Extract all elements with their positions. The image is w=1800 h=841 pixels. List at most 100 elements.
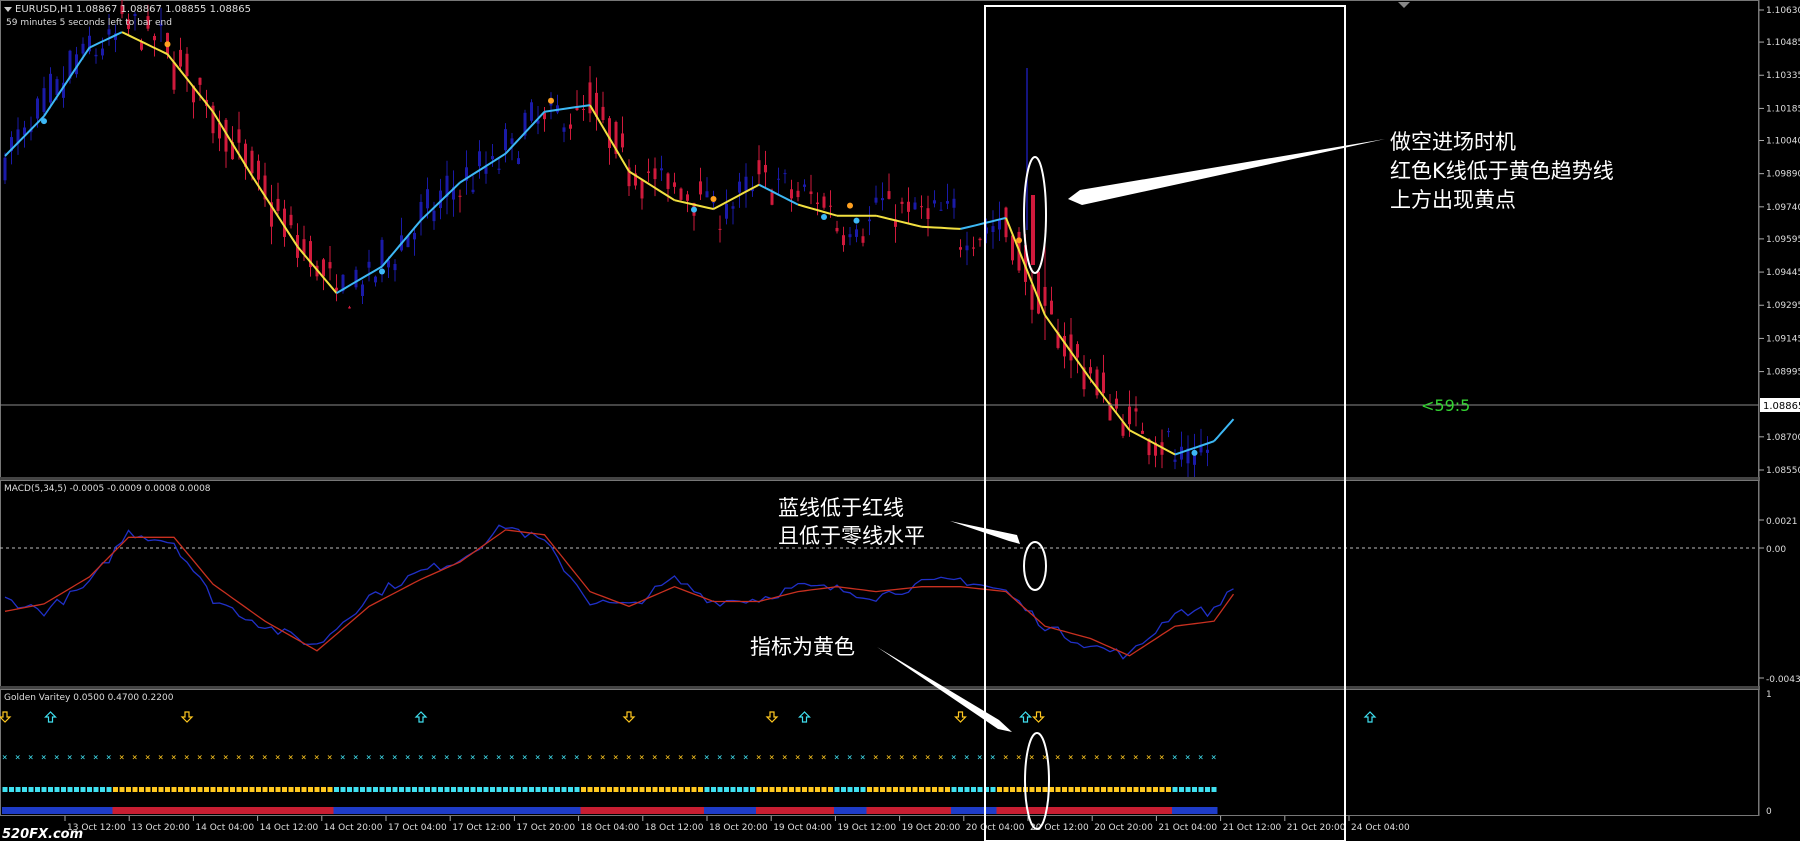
gv-bar <box>1198 807 1205 814</box>
gv-square <box>691 787 697 792</box>
gv-square <box>932 787 937 792</box>
gv-bar <box>359 807 366 814</box>
gv-bar <box>275 807 282 814</box>
signal-dot <box>1191 449 1198 456</box>
candle-body <box>660 168 663 171</box>
gv-bar <box>177 807 184 814</box>
candle-body <box>790 189 793 199</box>
gv-bar <box>554 807 561 814</box>
candle-body <box>881 198 884 201</box>
gv-bar <box>372 807 379 814</box>
candle-body <box>601 106 605 121</box>
macd-axis-top: 0.0021 <box>1766 517 1798 527</box>
time-axis-label: 20 Oct 04:00 <box>966 823 1025 833</box>
candle-body <box>959 247 962 250</box>
gv-cross: × <box>210 753 215 763</box>
gv-bar <box>171 807 178 814</box>
candle-body <box>458 195 462 197</box>
gv-bar <box>1068 807 1075 814</box>
gv-square <box>1016 787 1022 792</box>
candle-body <box>81 43 85 54</box>
gv-square <box>750 787 755 792</box>
gv-bar <box>145 807 152 814</box>
price-axis-label: 1.08550 <box>1766 466 1800 476</box>
time-axis-label: 19 Oct 04:00 <box>773 823 832 833</box>
candle-body <box>874 197 878 203</box>
gv-square <box>191 787 196 792</box>
gv-square <box>880 787 885 792</box>
gv-square <box>568 787 573 792</box>
gv-square <box>340 787 346 792</box>
gv-square <box>249 787 255 792</box>
candle-body <box>36 98 39 119</box>
gv-cross: × <box>496 753 501 763</box>
gv-bar <box>535 807 542 814</box>
gv-square <box>704 787 710 792</box>
gv-bar <box>678 807 685 814</box>
mt4-chart[interactable]: × × × × × × × × × × × × × × × × × × × × × × × × × × × × × × × × × × × × × × × ×… <box>0 0 1800 841</box>
gv-cross: × <box>626 753 631 763</box>
gv-bar <box>1107 807 1114 814</box>
gv-square <box>600 787 606 792</box>
gv-square <box>945 787 950 792</box>
gv-bar <box>164 807 171 814</box>
gv-square <box>113 787 118 792</box>
gv-bar <box>496 807 503 814</box>
gv-square <box>1120 787 1126 792</box>
candle-body <box>42 88 46 112</box>
candle-body <box>1173 459 1177 462</box>
gv-axis-top: 1 <box>1766 690 1772 700</box>
gv-cross: × <box>314 753 319 763</box>
gv-square <box>295 787 300 792</box>
gv-bar <box>860 807 867 814</box>
gv-cross: × <box>93 753 98 763</box>
price-axis-label: 1.10630 <box>1766 6 1800 16</box>
gv-square <box>41 787 47 792</box>
gv-square <box>925 787 931 792</box>
gv-cross: × <box>405 753 410 763</box>
annotation-macd-line-2: 且低于零线水平 <box>778 524 925 548</box>
gv-bar <box>444 807 451 814</box>
gv-bar <box>853 807 860 814</box>
gv-bar <box>996 807 1003 814</box>
annotation-price-line-1: 做空进场时机 <box>1390 130 1516 154</box>
gv-bar <box>717 807 724 814</box>
gv-square <box>1127 787 1132 792</box>
gv-bar <box>918 807 925 814</box>
gv-square <box>561 787 567 792</box>
gv-cross: × <box>171 753 176 763</box>
gv-bar <box>743 807 750 814</box>
gv-bar <box>821 807 828 814</box>
gv-bar <box>346 807 353 814</box>
gv-cross: × <box>1003 753 1008 763</box>
macd-title: MACD(5,34,5) -0.0005 -0.0009 0.0008 0.00… <box>4 484 211 494</box>
candle-body <box>361 284 364 296</box>
gv-square <box>204 787 209 792</box>
symbol-label: EURUSD,H1 <box>15 4 74 15</box>
gv-bar <box>957 807 964 814</box>
gv-bar <box>327 807 334 814</box>
gv-bar <box>795 807 802 814</box>
gv-bar <box>424 807 431 814</box>
price-axis-label: 1.08700 <box>1766 433 1800 443</box>
gv-square <box>522 787 528 792</box>
gv-bar <box>912 807 919 814</box>
candle-body <box>887 191 891 199</box>
time-axis-label: 14 Oct 04:00 <box>195 823 254 833</box>
gv-square <box>626 787 632 792</box>
gv-square <box>860 787 866 792</box>
candle-body <box>1063 335 1066 357</box>
candle-body <box>861 236 865 243</box>
gv-square <box>743 787 749 792</box>
signal-dot <box>853 217 860 224</box>
gv-cross: × <box>301 753 306 763</box>
gv-bar <box>184 807 191 814</box>
gv-bar <box>814 807 821 814</box>
gv-square <box>789 787 794 792</box>
candle-body <box>1141 430 1144 434</box>
gv-square <box>210 787 216 792</box>
gv-bar <box>730 807 737 814</box>
gv-bar <box>574 807 581 814</box>
gv-bar <box>1146 807 1153 814</box>
gv-cross: × <box>587 753 592 763</box>
